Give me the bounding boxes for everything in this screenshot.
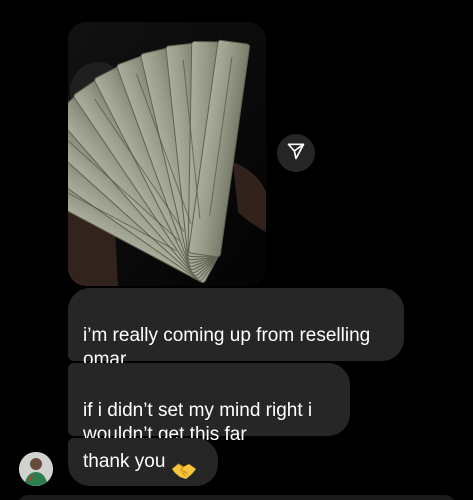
message-text: thank you — [83, 451, 166, 472]
money-fan-image — [68, 22, 266, 286]
share-button[interactable] — [277, 134, 315, 172]
shared-photo[interactable] — [68, 22, 266, 286]
send-icon — [286, 141, 306, 166]
message-bubble[interactable]: i’m really coming up from reselling omar — [68, 288, 404, 370]
chat-screen: i’m really coming up from reselling omar… — [0, 0, 473, 500]
message-composer[interactable] — [18, 495, 455, 500]
avatar[interactable] — [19, 452, 53, 486]
message-bubble[interactable]: thank you — [68, 438, 218, 486]
message-bubble[interactable]: if i didn’t set my mind right i wouldn’t… — [68, 363, 350, 445]
handshake-icon — [171, 437, 197, 488]
